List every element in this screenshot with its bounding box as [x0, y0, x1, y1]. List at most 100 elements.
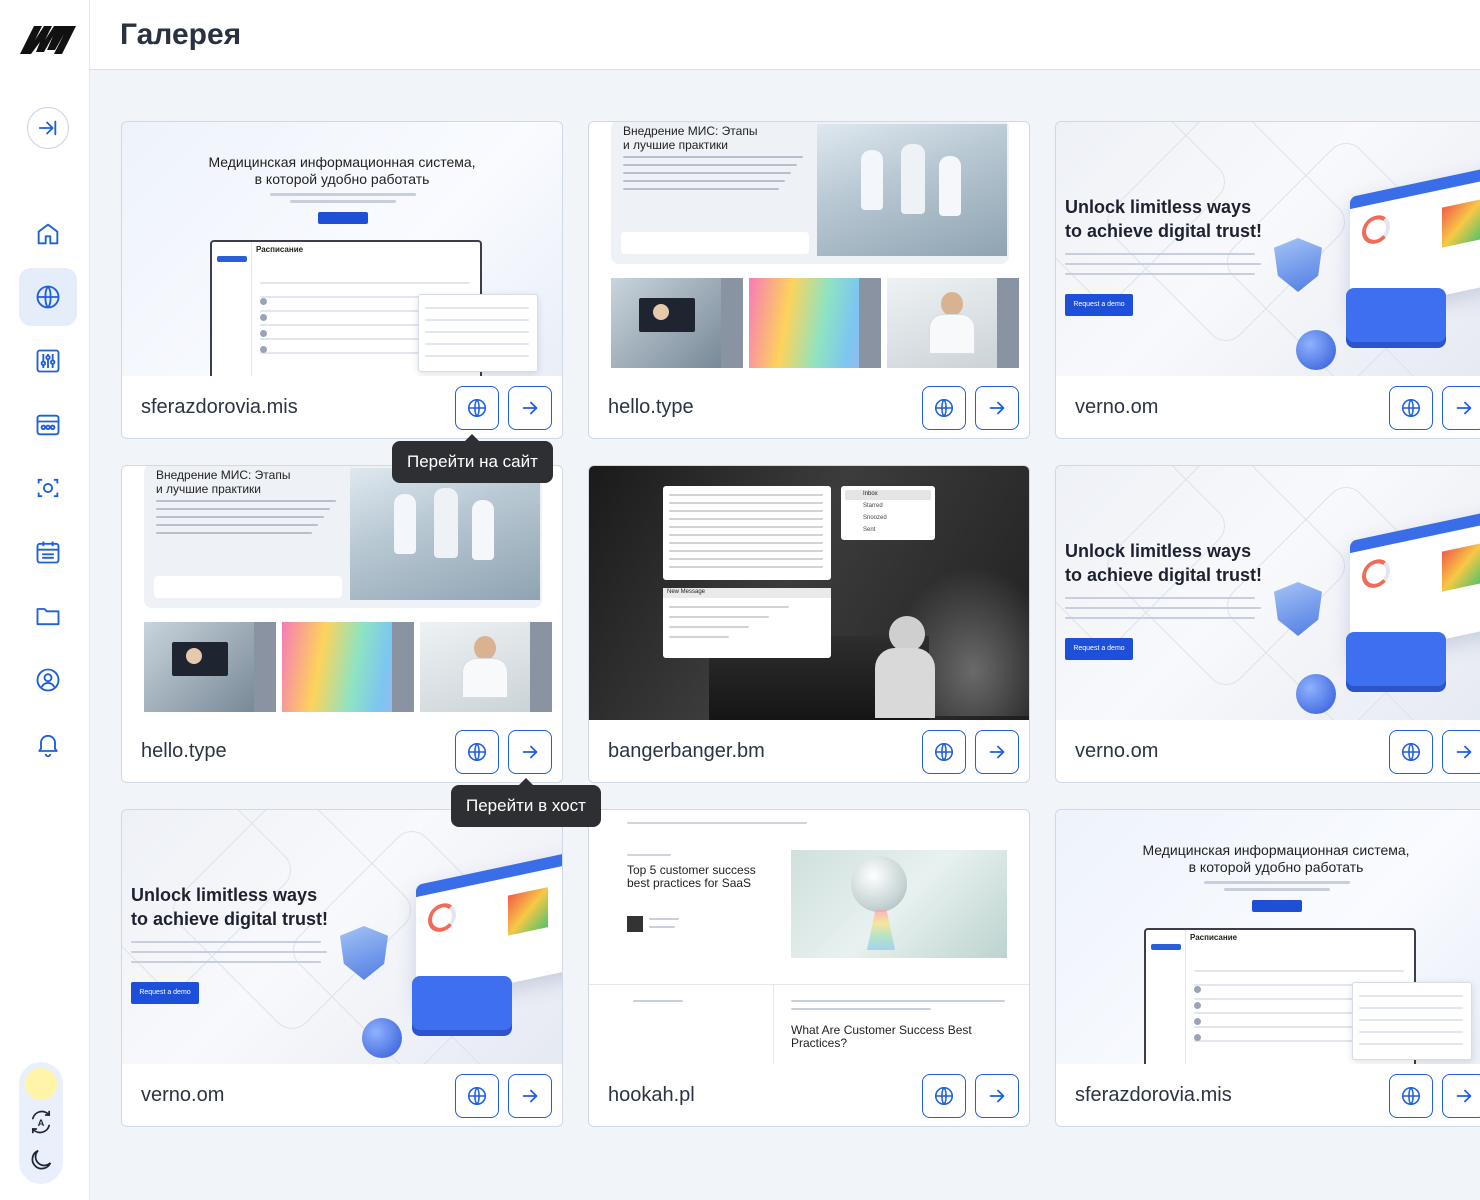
sidebar-item-settings[interactable]	[19, 332, 77, 390]
gallery-card[interactable]: Unlock limitless ways to achieve digital…	[1055, 465, 1480, 783]
open-host-button[interactable]	[1442, 730, 1480, 774]
preview-cta: Request a demo	[1065, 294, 1133, 316]
sidebar-item-sites[interactable]	[19, 268, 77, 326]
globe-icon	[467, 398, 487, 418]
globe-icon	[467, 742, 487, 762]
site-name: verno.om	[141, 1084, 225, 1106]
sidebar: A	[0, 0, 90, 1200]
gallery-card[interactable]: Медицинская информационная система, в ко…	[1055, 809, 1480, 1127]
arrow-right-icon	[1456, 401, 1472, 415]
site-name: sferazdorovia.mis	[1075, 1084, 1232, 1106]
sidebar-item-notifications[interactable]	[19, 715, 77, 773]
globe-icon	[934, 1086, 954, 1106]
open-host-button[interactable]	[975, 730, 1019, 774]
sidebar-item-tools[interactable]	[19, 396, 77, 454]
globe-icon	[1401, 398, 1421, 418]
preview-headline: в которой удобно работать	[1188, 859, 1364, 875]
preview-headline: и лучшие практики	[623, 138, 729, 152]
visit-site-button[interactable]	[455, 1074, 499, 1118]
sidebar-item-capture[interactable]	[19, 459, 77, 517]
visit-site-button[interactable]	[455, 386, 499, 430]
preview-new-message: New Message	[667, 589, 706, 595]
preview-headline: и лучшие практики	[156, 482, 262, 496]
site-name: bangerbanger.bm	[608, 740, 765, 762]
visit-site-button[interactable]	[455, 730, 499, 774]
tooltip-visit-host: Перейти в хост	[451, 778, 601, 827]
globe-icon	[1401, 1086, 1421, 1106]
arrow-right-icon	[522, 1089, 538, 1103]
preview-headline: Unlock limitless ways	[1065, 541, 1252, 561]
visit-site-button[interactable]	[1389, 386, 1433, 430]
arrow-right-icon	[1456, 745, 1472, 759]
preview-inbox-label: Inbox	[863, 491, 878, 497]
visit-site-button[interactable]	[922, 386, 966, 430]
globe-icon	[36, 285, 60, 309]
site-preview[interactable]: Unlock limitless ways to achieve digital…	[1056, 122, 1480, 376]
globe-icon	[1401, 742, 1421, 762]
site-name: verno.om	[1075, 396, 1159, 418]
arrow-right-icon	[989, 1089, 1005, 1103]
user-circle-icon	[36, 668, 60, 692]
preview-headline: в которой удобно работать	[254, 171, 430, 187]
preview-headline: Внедрение МИС: Этапы	[156, 468, 291, 482]
open-host-button[interactable]	[975, 386, 1019, 430]
sidebar-item-files[interactable]	[19, 587, 77, 645]
open-host-button[interactable]	[1442, 386, 1480, 430]
preview-schedule-title: Расписание	[256, 245, 304, 254]
translate-icon[interactable]: A	[27, 1108, 55, 1136]
site-name: hello.type	[141, 740, 227, 762]
open-host-button[interactable]	[975, 1074, 1019, 1118]
page-title: Галерея	[120, 18, 242, 51]
folder-icon	[36, 608, 60, 626]
gallery-card[interactable]: Внедрение МИС: Этапы и лучшие практики h…	[588, 121, 1030, 439]
gallery-card[interactable]: Top 5 customer success best practices fo…	[588, 809, 1030, 1127]
site-name: hookah.pl	[608, 1084, 695, 1106]
sidebar-item-profile[interactable]	[19, 651, 77, 709]
preview-headline: Unlock limitless ways	[131, 885, 318, 905]
globe-icon	[467, 1086, 487, 1106]
site-preview[interactable]: Unlock limitless ways to achieve digital…	[122, 810, 562, 1064]
visit-site-button[interactable]	[1389, 730, 1433, 774]
gallery-card[interactable]: Inbox Starred Snoozed Sent New Message b…	[588, 465, 1030, 783]
sidebar-item-calendar[interactable]	[19, 523, 77, 581]
brand-logo[interactable]	[18, 22, 78, 56]
preview-cta: Request a demo	[1065, 638, 1133, 660]
open-host-button[interactable]	[508, 1074, 552, 1118]
sidebar-collapse-button[interactable]	[27, 107, 69, 149]
site-preview[interactable]: Внедрение МИС: Этапы и лучшие практики	[122, 466, 562, 720]
moon-icon[interactable]	[27, 1146, 55, 1174]
site-preview[interactable]: Inbox Starred Snoozed Sent New Message	[589, 466, 1029, 720]
open-host-button[interactable]	[508, 386, 552, 430]
site-preview[interactable]: Медицинская информационная система, в ко…	[1056, 810, 1480, 1064]
preview-sent-label: Sent	[863, 527, 876, 533]
preview-headline: Внедрение МИС: Этапы	[623, 124, 758, 138]
preview-starred-label: Starred	[863, 503, 883, 509]
preview-headline: Медицинская информационная система,	[208, 154, 476, 170]
arrow-right-icon	[522, 401, 538, 415]
site-preview[interactable]: Медицинская информационная система, в ко…	[122, 122, 562, 376]
open-host-button[interactable]	[508, 730, 552, 774]
visit-site-button[interactable]	[922, 730, 966, 774]
visit-site-button[interactable]	[1389, 1074, 1433, 1118]
visit-site-button[interactable]	[922, 1074, 966, 1118]
home-icon	[37, 223, 59, 245]
light-theme-icon[interactable]	[25, 1068, 57, 1100]
gallery-card[interactable]: Медицинская информационная система, в ко…	[121, 121, 563, 439]
site-preview[interactable]: Внедрение МИС: Этапы и лучшие практики	[589, 122, 1029, 376]
svg-text:A: A	[38, 1118, 45, 1128]
site-preview[interactable]: Unlock limitless ways to achieve digital…	[1056, 466, 1480, 720]
preview-schedule-title: Расписание	[1190, 933, 1238, 942]
site-preview[interactable]: Top 5 customer success best practices fo…	[589, 810, 1029, 1064]
calendar-icon	[36, 541, 60, 564]
gallery-card[interactable]: Внедрение МИС: Этапы и лучшие практики h…	[121, 465, 563, 783]
gallery-card[interactable]: Unlock limitless ways to achieve digital…	[1055, 121, 1480, 439]
site-name: hello.type	[608, 396, 694, 418]
open-host-button[interactable]	[1442, 1074, 1480, 1118]
gallery-card[interactable]: Unlock limitless ways to achieve digital…	[121, 809, 563, 1127]
scan-icon	[37, 478, 59, 498]
control-panel-icon	[36, 414, 60, 436]
preview-headline: to achieve digital trust!	[131, 909, 329, 929]
sliders-icon	[36, 349, 60, 373]
sidebar-item-home[interactable]	[19, 205, 77, 263]
bell-icon	[38, 734, 58, 758]
